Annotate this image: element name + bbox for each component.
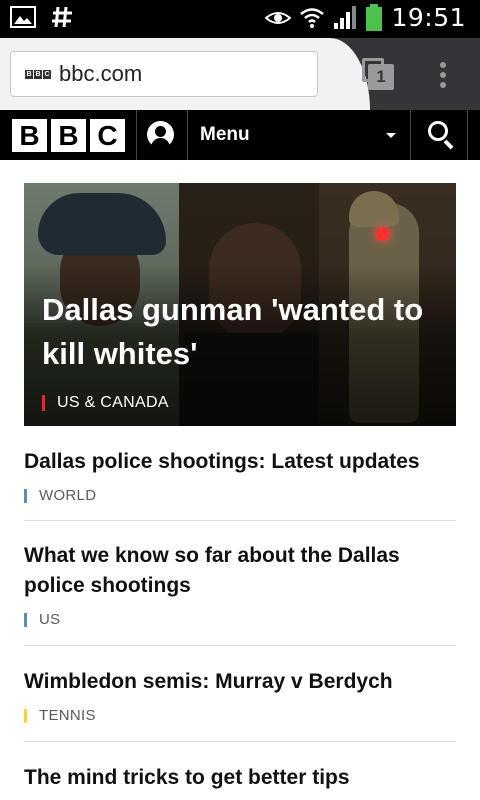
story-section-tag[interactable]: TENNIS [24,707,456,724]
story-section-tag[interactable]: WORLD [24,487,456,504]
tab-switcher-button[interactable]: 1 [362,58,394,90]
tab-count: 1 [368,64,394,90]
wifi-icon [300,7,325,28]
chevron-down-icon [386,133,396,138]
story-tag-label: US [39,611,61,628]
hero-section-tag[interactable]: US & CANADA [42,394,169,412]
menu-button[interactable]: Menu [188,110,410,160]
list-item[interactable]: Wimbledon semis: Murray v Berdych TENNIS [24,667,456,724]
search-icon [428,121,448,141]
browser-toolbar: BBC bbc.com 1 [0,38,480,110]
hash-icon [52,6,72,28]
hero-tag-label: US & CANADA [57,394,169,411]
overflow-menu-icon[interactable] [432,60,454,90]
story-tag-label: TENNIS [39,707,96,724]
hero-story[interactable]: Dallas gunman 'wanted to kill whites' US… [24,183,456,426]
signal-icon [334,5,357,29]
bbc-header: B B C Menu [0,110,480,160]
story-headline[interactable]: The mind tricks to get better tips [24,763,456,793]
eye-icon [265,11,292,24]
site-favicon: BBC [25,69,51,79]
image-icon [10,6,36,28]
hero-headline[interactable]: Dallas gunman 'wanted to kill whites' [42,288,442,376]
battery-icon [366,3,383,31]
story-headline[interactable]: Wimbledon semis: Murray v Berdych [24,667,456,697]
menu-label: Menu [200,124,250,145]
tag-marker [24,612,27,627]
divider [24,520,456,521]
search-button[interactable] [411,110,467,160]
story-section-tag[interactable]: US [24,611,456,628]
divider [24,741,456,742]
divider [24,645,456,646]
list-item[interactable]: The mind tricks to get better tips [24,763,456,793]
status-bar: 19:51 [0,0,480,38]
bbc-logo[interactable]: B B C [12,119,125,152]
address-bar[interactable]: BBC bbc.com [10,51,318,97]
list-item[interactable]: Dallas police shootings: Latest updates … [24,447,456,504]
tag-marker [24,708,27,723]
list-item[interactable]: What we know so far about the Dallas pol… [24,541,456,628]
story-headline[interactable]: What we know so far about the Dallas pol… [24,541,456,601]
account-button[interactable] [137,110,187,160]
tag-marker [24,488,27,503]
status-time: 19:51 [391,3,466,32]
divider [467,110,468,160]
url-text: bbc.com [59,61,143,86]
tag-marker [42,395,45,411]
story-tag-label: WORLD [39,487,97,504]
story-headline[interactable]: Dallas police shootings: Latest updates [24,447,456,477]
